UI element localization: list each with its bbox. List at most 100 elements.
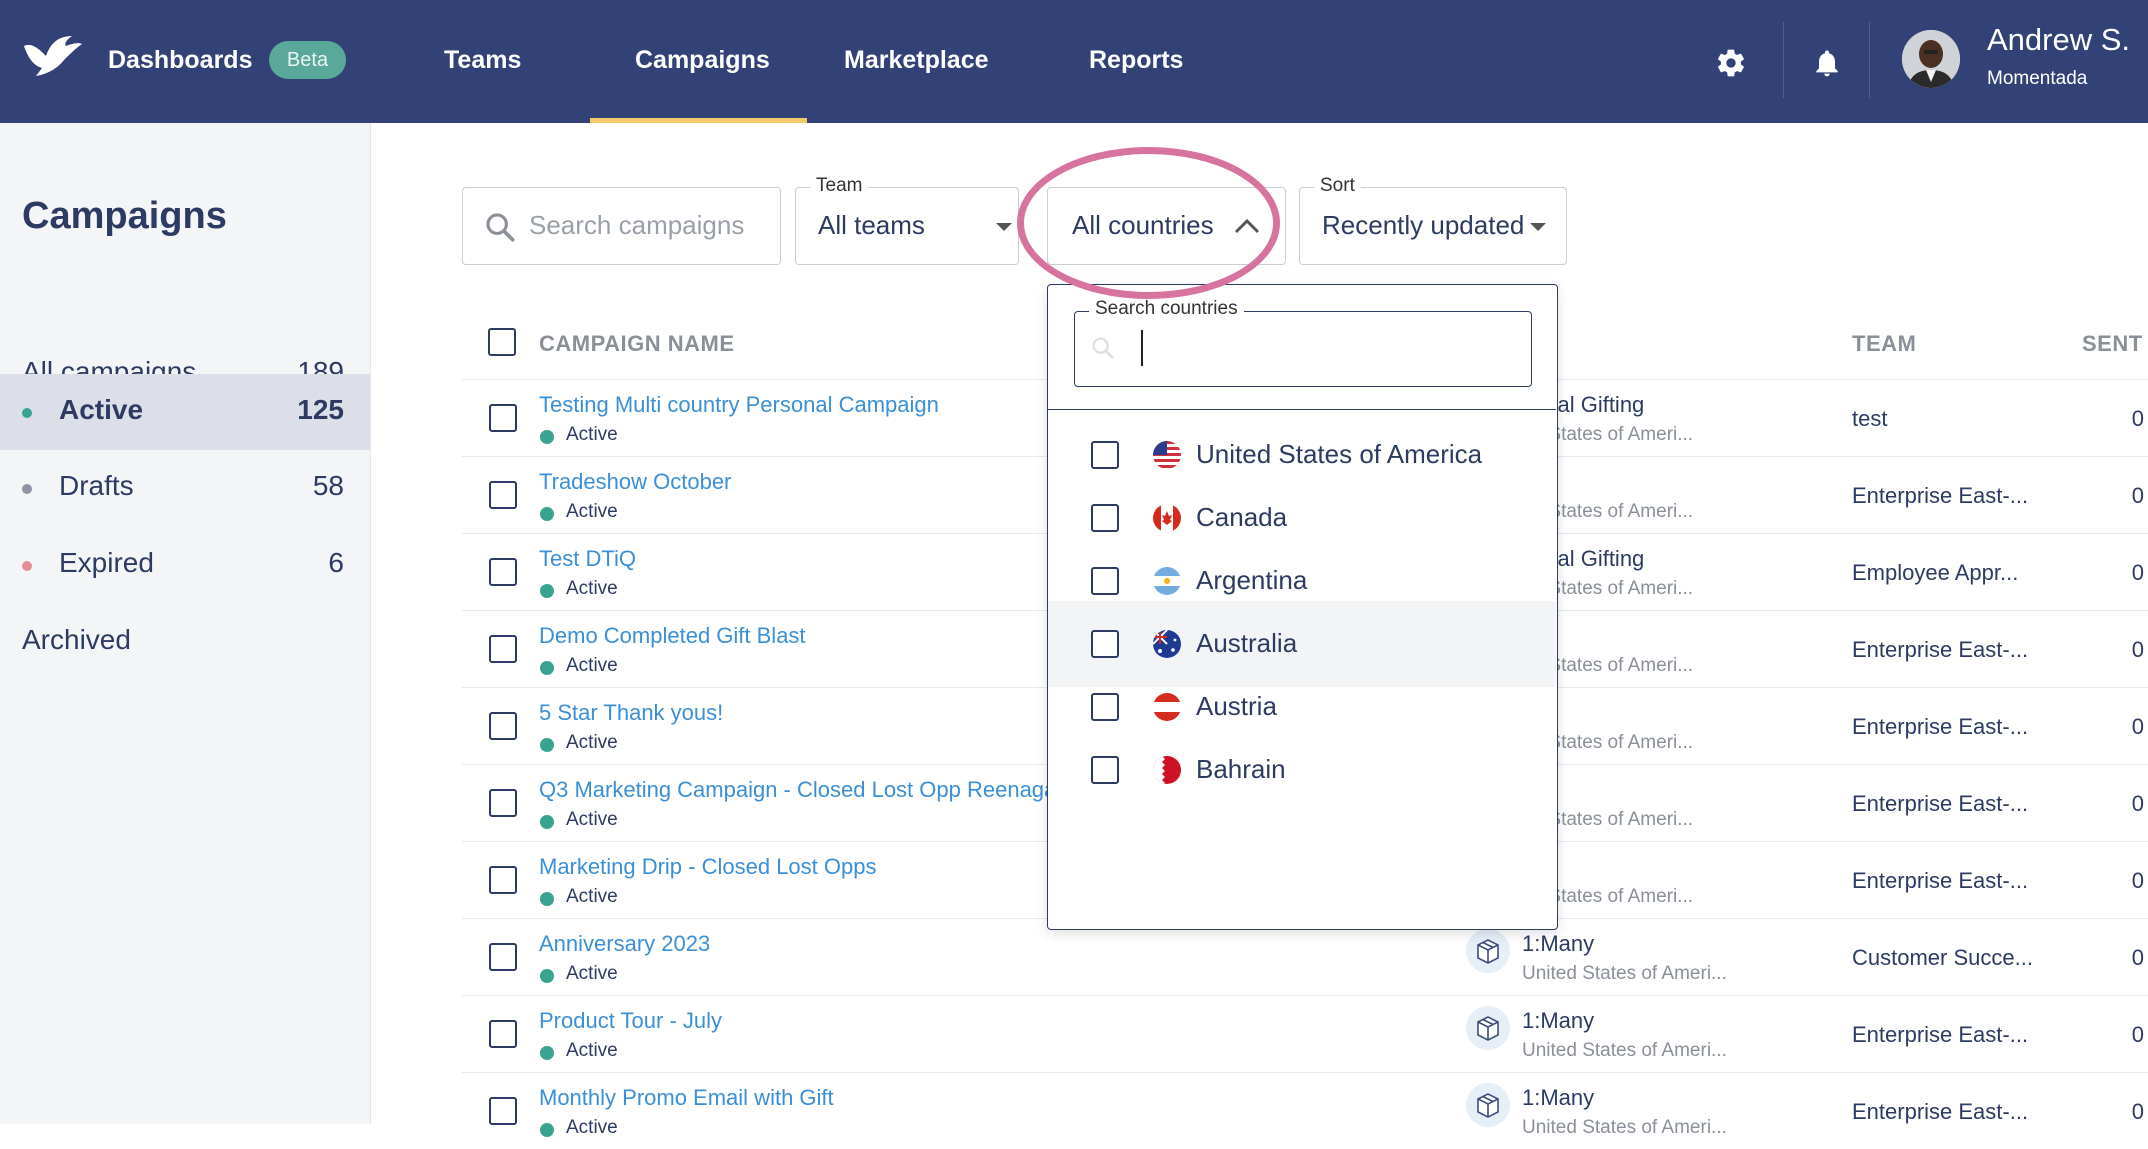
row-checkbox[interactable] [489,1097,517,1125]
status-dot [540,815,554,829]
nav-teams[interactable]: Teams [444,44,521,76]
country-checkbox[interactable] [1091,630,1119,658]
sidebar-item-label: Active [59,394,144,425]
campaign-type: 1:Many [1522,931,1595,956]
campaign-status: Active [566,886,618,907]
topbar-divider [1783,22,1784,98]
campaign-type: 1:Many [1522,1085,1595,1110]
campaign-name-link[interactable]: Monthly Promo Email with Gift [539,1085,834,1111]
sidebar-item-count: 6 [328,547,344,578]
row-checkbox[interactable] [489,1020,517,1048]
row-checkbox[interactable] [489,635,517,663]
search-icon [486,213,515,242]
country-checkbox[interactable] [1091,567,1119,595]
status-dot [540,738,554,752]
avatar[interactable] [1902,30,1960,88]
status-dot [22,561,32,571]
table-row[interactable]: Monthly Promo Email with Gift Active 1:M… [462,1072,2148,1149]
row-checkbox[interactable] [489,558,517,586]
nav-marketplace[interactable]: Marketplace [844,44,989,76]
country-checkbox[interactable] [1091,756,1119,784]
gift-box-icon [1466,1083,1510,1127]
row-checkbox[interactable] [489,404,517,432]
campaign-name-link[interactable]: Demo Completed Gift Blast [539,623,806,649]
campaign-team: Customer Succe... [1852,945,2033,970]
campaign-name-link[interactable]: 5 Star Thank yous! [539,700,723,726]
campaign-sent-count: 0 [2131,483,2144,508]
country-checkbox[interactable] [1091,693,1119,721]
campaign-team: Enterprise East-... [1852,868,2029,893]
nav-campaigns[interactable]: Campaigns [635,44,770,76]
status-dot [540,892,554,906]
campaign-name-link[interactable]: Testing Multi country Personal Campaign [539,392,939,418]
sidebar-item-drafts[interactable]: Drafts 58 [0,450,370,526]
row-checkbox[interactable] [489,943,517,971]
bh-flag-icon [1153,756,1181,784]
user-name[interactable]: Andrew S. [1987,22,2130,58]
sidebar-item-active[interactable]: Active 125 [0,374,370,450]
country-checkbox[interactable] [1091,441,1119,469]
campaign-status: Active [566,1040,618,1061]
sidebar-item-archived[interactable]: Archived [0,604,370,680]
table-row[interactable]: Product Tour - July Active 1:Many United… [462,995,2148,1072]
campaign-status: Active [566,732,618,753]
campaign-name-link[interactable]: Marketing Drip - Closed Lost Opps [539,854,876,880]
campaign-status: Active [566,578,618,599]
column-header-sent[interactable]: SENT [2082,331,2143,357]
campaign-status: Active [566,655,618,676]
sort-select-value: Recently updated [1322,210,1525,240]
search-countries-label: Search countries [1089,298,1244,320]
column-header-team[interactable]: TEAM [1852,331,1916,357]
search-icon [1092,337,1114,359]
campaign-country: United States of Ameri... [1522,963,1727,984]
row-checkbox[interactable] [489,866,517,894]
sidebar-item-label: Archived [22,624,131,655]
campaign-sent-count: 0 [2131,1022,2144,1047]
bell-icon[interactable] [1811,46,1843,80]
sidebar-title: Campaigns [22,195,227,237]
sidebar: Campaigns All campaigns 189 Active 125 D… [0,123,371,1124]
country-option-label: Australia [1196,628,1298,658]
sort-select[interactable]: Sort Recently updated [1299,175,1567,265]
status-dot [540,1046,554,1060]
gift-box-icon [1466,929,1510,973]
campaign-status: Active [566,963,618,984]
row-checkbox[interactable] [489,789,517,817]
dropdown-divider [1048,409,1556,410]
gear-icon[interactable] [1715,47,1747,79]
user-organization: Momentada [1987,68,2088,89]
campaign-sent-count: 0 [2131,637,2144,662]
team-select[interactable]: Team All teams [795,175,1019,265]
nav-dashboards[interactable]: Dashboards [108,44,252,76]
campaign-country: United States of Ameri... [1522,1117,1727,1138]
search-placeholder: Search campaigns [529,210,745,240]
campaign-name-link[interactable]: Anniversary 2023 [539,931,710,957]
campaign-team: Enterprise East-... [1852,483,2029,508]
sidebar-item-label: Drafts [59,470,134,501]
column-header-name[interactable]: CAMPAIGN NAME [539,331,735,357]
campaign-sent-count: 0 [2131,945,2144,970]
select-all-checkbox[interactable] [488,328,516,356]
campaign-name-link[interactable]: Test DTiQ [539,546,636,572]
campaign-name-link[interactable]: Tradeshow October [539,469,731,495]
dove-logo-icon[interactable] [22,32,84,82]
campaign-name-link[interactable]: Q3 Marketing Campaign - Closed Lost Opp … [539,777,1056,803]
active-nav-indicator [590,118,807,123]
team-select-label: Team [810,175,869,197]
search-campaigns-input[interactable]: Search campaigns [462,187,781,265]
country-checkbox[interactable] [1091,504,1119,532]
row-checkbox[interactable] [489,712,517,740]
text-cursor [1141,330,1143,366]
country-option[interactable]: Bahrain [1048,727,1556,813]
row-checkbox[interactable] [489,481,517,509]
sort-select-label: Sort [1314,175,1361,197]
sidebar-item-expired[interactable]: Expired 6 [0,527,370,603]
nav-reports[interactable]: Reports [1089,44,1183,76]
search-countries-input[interactable]: Search countries [1074,298,1532,387]
chevron-down-icon [996,223,1012,231]
au-flag-icon [1153,630,1181,658]
highlight-annotation-ring [1017,147,1280,299]
campaign-type: 1:Many [1522,1008,1595,1033]
campaign-name-link[interactable]: Product Tour - July [539,1008,722,1034]
gift-box-icon [1466,1006,1510,1050]
